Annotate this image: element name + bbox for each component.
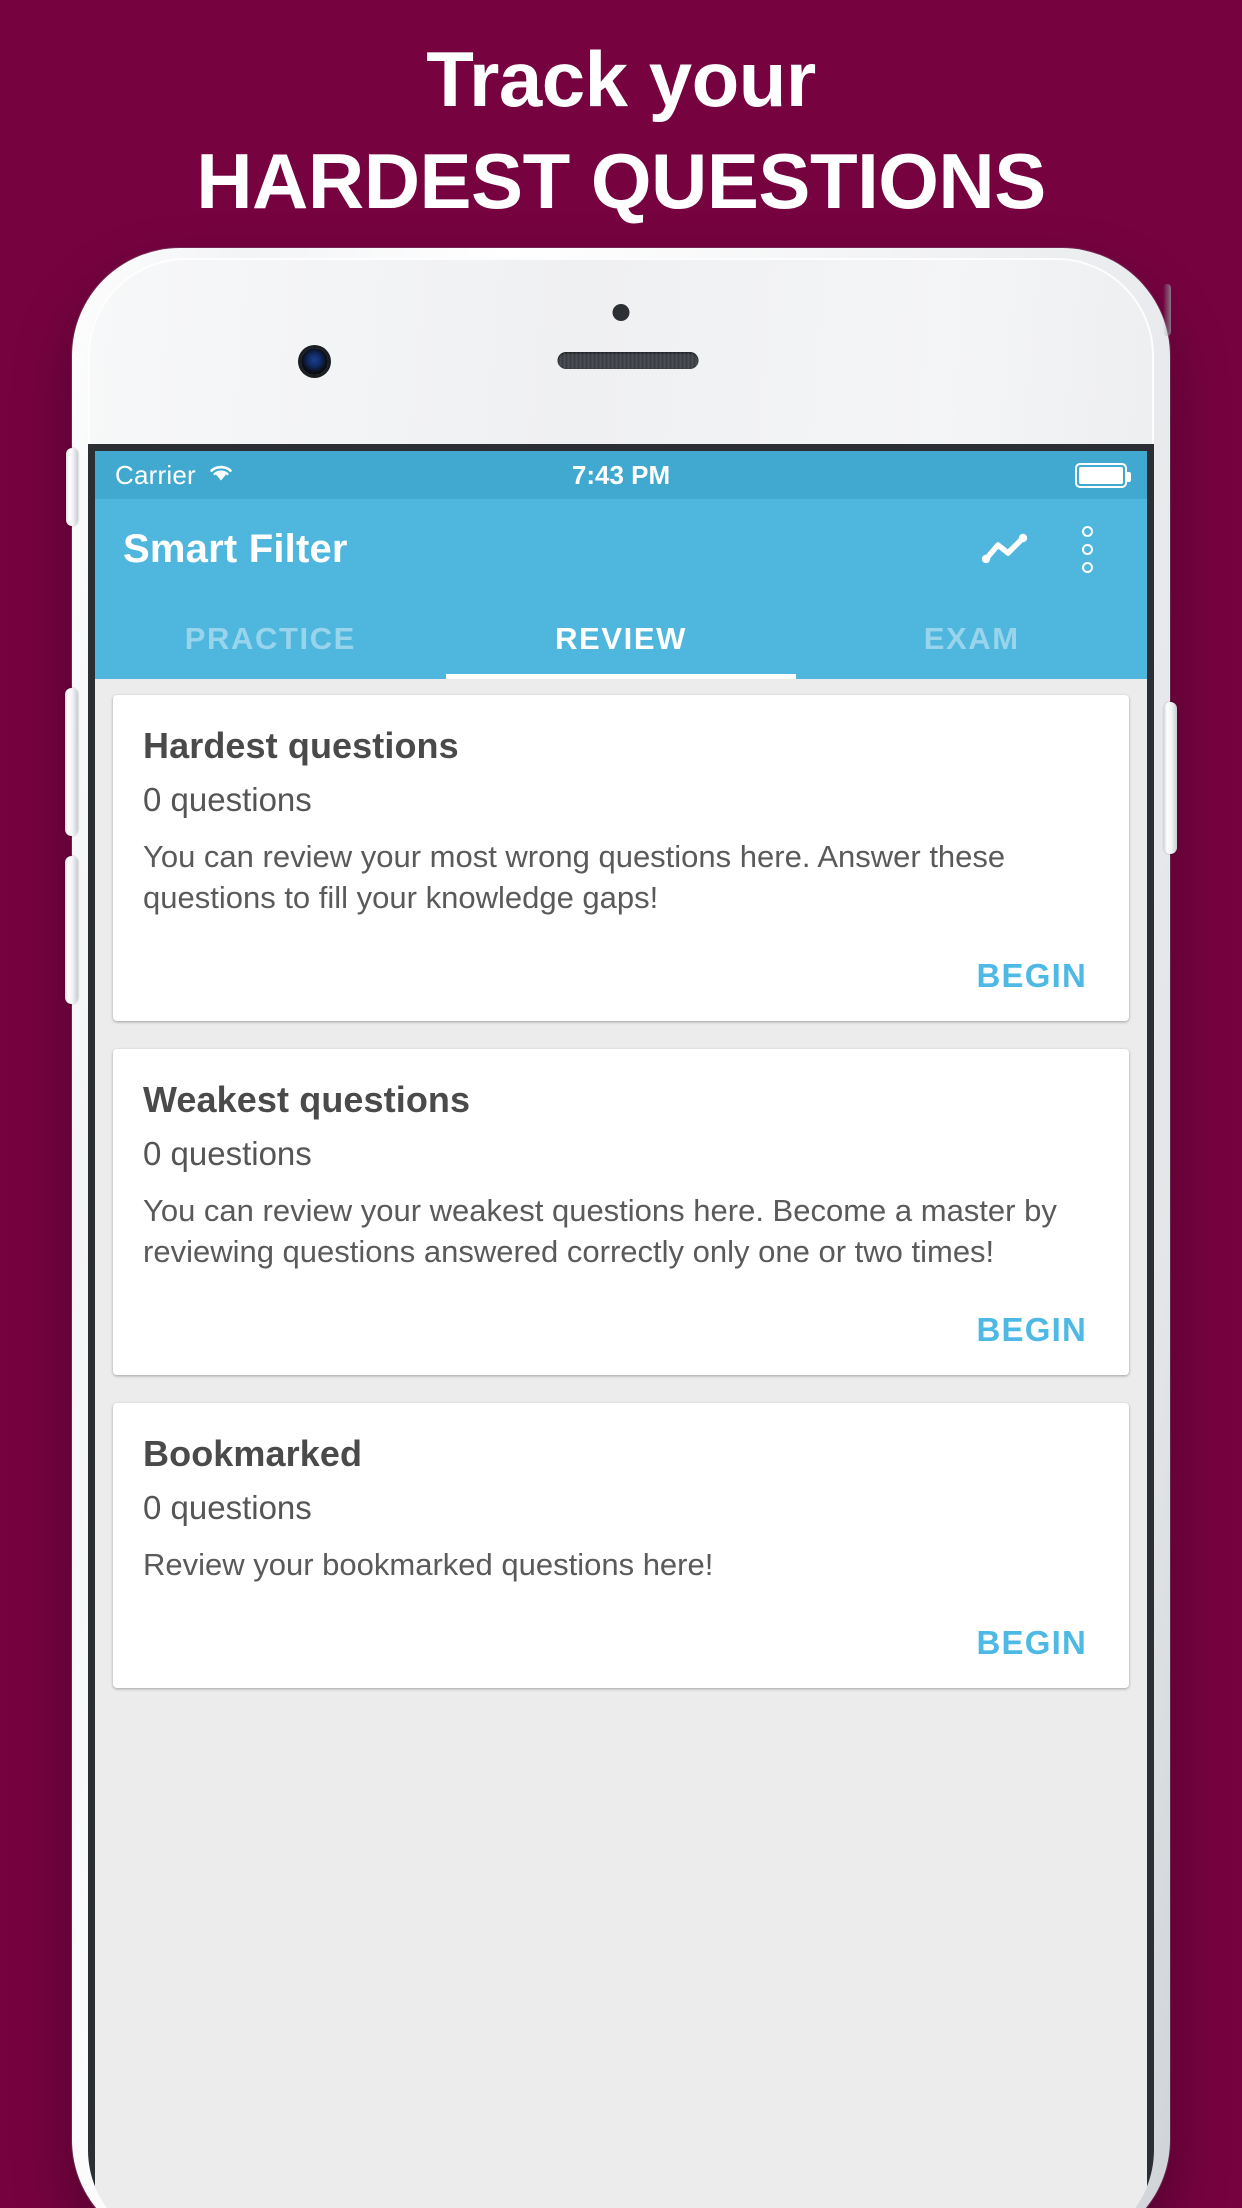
begin-button[interactable]: BEGIN <box>972 1303 1091 1357</box>
headline-line-2: HARDEST QUESTIONS <box>196 136 1046 225</box>
overflow-menu-icon[interactable] <box>1061 523 1113 575</box>
wifi-icon <box>206 460 236 491</box>
card-actions: BEGIN <box>143 1303 1099 1357</box>
three-dots-vertical-icon <box>1081 525 1093 573</box>
begin-button[interactable]: BEGIN <box>972 1616 1091 1670</box>
phone-screen: Carrier 7:43 PM Smart Filter PRACTICE RE… <box>88 444 1154 2208</box>
phone-frame: Carrier 7:43 PM Smart Filter PRACTICE RE… <box>65 248 1177 2208</box>
begin-button[interactable]: BEGIN <box>972 949 1091 1003</box>
card-title: Bookmarked <box>143 1432 363 1474</box>
antenna-band <box>1163 284 1171 336</box>
carrier-label: Carrier <box>115 459 196 490</box>
battery-level-fill <box>1079 466 1123 484</box>
card-question-count: 0 questions <box>143 1134 312 1172</box>
phone-bezel: Carrier 7:43 PM Smart Filter PRACTICE RE… <box>88 258 1154 2208</box>
status-bar: Carrier 7:43 PM <box>95 451 1147 499</box>
status-bar-left: Carrier <box>115 460 236 491</box>
battery-icon <box>1075 462 1131 488</box>
menu-dot <box>1081 561 1093 573</box>
app-title: Smart Filter <box>123 526 348 571</box>
card-description: Review your bookmarked questions here! <box>143 1546 714 1582</box>
power-button[interactable] <box>1164 702 1177 854</box>
card-weakest-questions[interactable]: Weakest questions 0 questions You can re… <box>113 1048 1129 1375</box>
card-actions: BEGIN <box>143 1616 1099 1670</box>
card-description: You can review your weakest questions he… <box>143 1192 1057 1269</box>
tab-practice[interactable]: PRACTICE <box>95 599 446 679</box>
review-list: Hardest questions 0 questions You can re… <box>95 679 1147 2208</box>
front-camera-icon <box>301 348 328 375</box>
app-bar-actions <box>979 523 1119 575</box>
headline-line-1: Track your <box>426 35 816 123</box>
volume-up-button[interactable] <box>65 688 78 836</box>
app-bar: Smart Filter <box>95 499 1147 599</box>
card-title: Weakest questions <box>143 1078 471 1120</box>
menu-dot <box>1081 525 1093 537</box>
volume-down-button[interactable] <box>65 856 78 1004</box>
proximity-sensor-icon <box>612 304 630 321</box>
card-bookmarked[interactable]: Bookmarked 0 questions Review your bookm… <box>113 1402 1129 1688</box>
tab-exam[interactable]: EXAM <box>796 599 1147 679</box>
statistics-icon[interactable] <box>979 523 1031 575</box>
app-viewport: Carrier 7:43 PM Smart Filter PRACTICE RE… <box>95 451 1147 2208</box>
silent-switch-button[interactable] <box>66 448 78 526</box>
status-bar-time: 7:43 PM <box>571 459 671 490</box>
menu-dot <box>1081 543 1093 555</box>
tab-bar: PRACTICE REVIEW EXAM <box>95 599 1147 679</box>
card-question-count: 0 questions <box>143 1488 312 1526</box>
card-question-count: 0 questions <box>143 781 312 818</box>
poster-headline: Track your HARDEST QUESTIONS <box>0 35 1242 225</box>
tab-review[interactable]: REVIEW <box>446 599 797 679</box>
card-hardest-questions[interactable]: Hardest questions 0 questions You can re… <box>113 695 1129 1021</box>
card-description: You can review your most wrong questions… <box>143 839 1006 915</box>
earpiece-speaker-icon <box>557 352 699 369</box>
card-actions: BEGIN <box>143 949 1099 1003</box>
active-tab-indicator <box>445 674 797 679</box>
status-bar-right <box>1075 462 1131 488</box>
card-title: Hardest questions <box>143 725 459 766</box>
